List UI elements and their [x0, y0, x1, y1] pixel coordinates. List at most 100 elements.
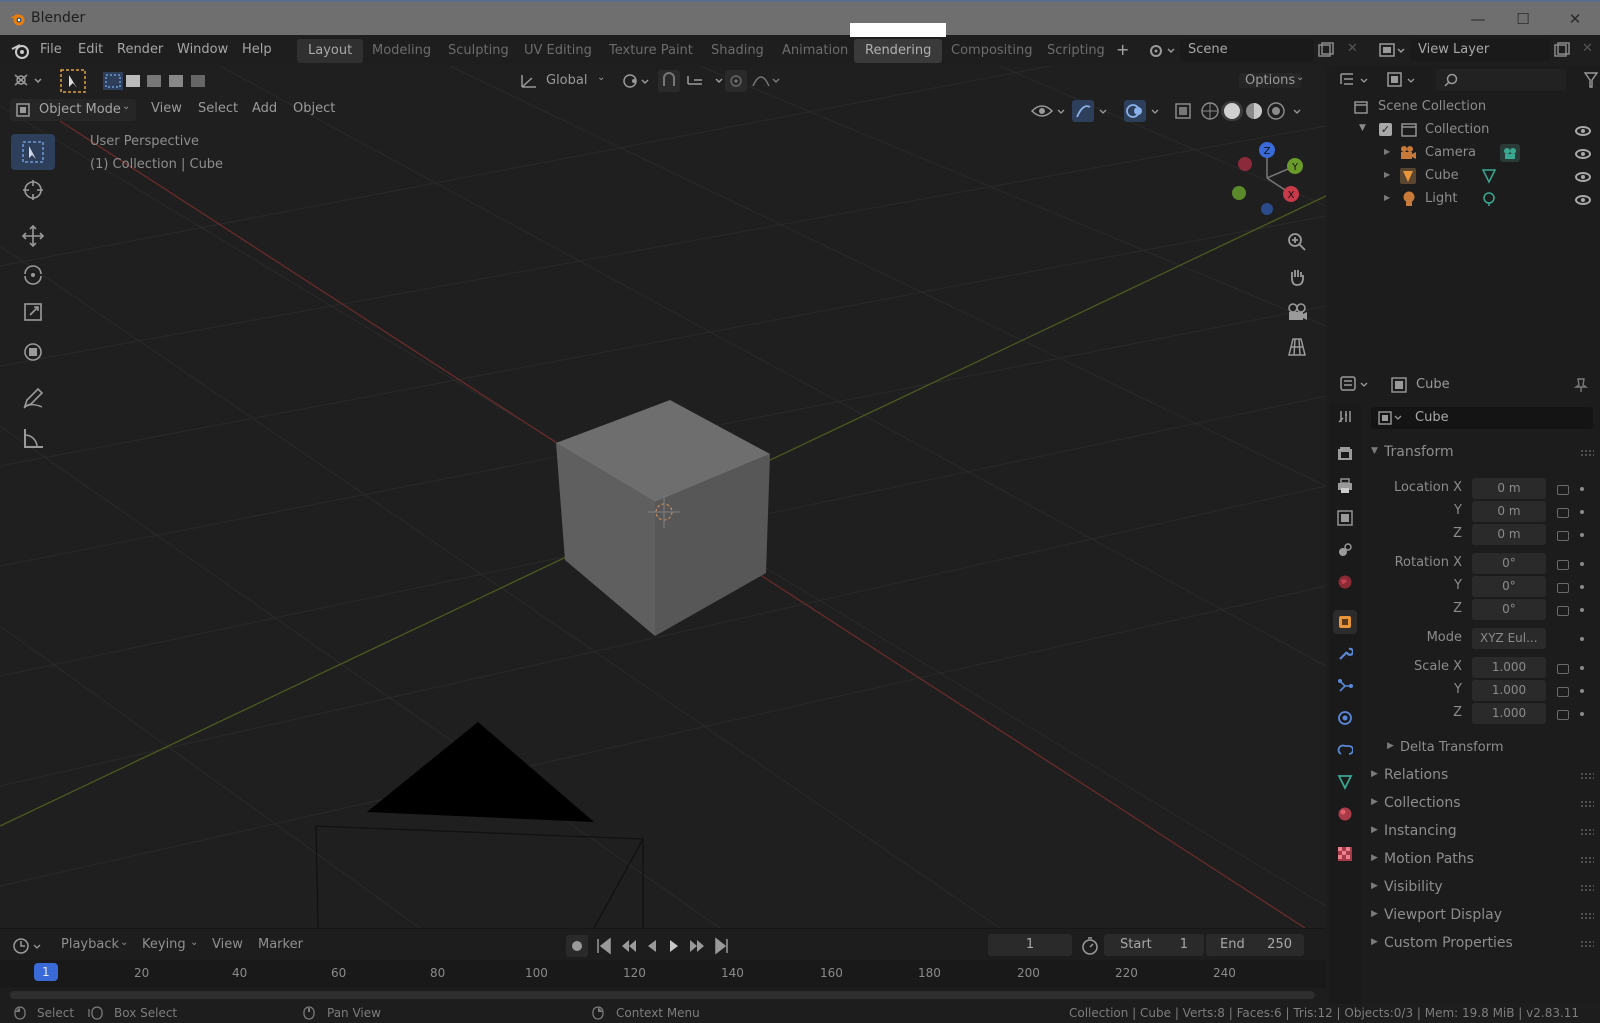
panel-collections[interactable]: ▶ Collections: [1365, 792, 1600, 818]
chevron-down-icon[interactable]: ⌄: [597, 72, 605, 83]
measure-tool[interactable]: [11, 420, 55, 456]
visibility-eye-icon[interactable]: [1575, 126, 1591, 136]
navigation-gizmo[interactable]: Z Y X: [1225, 140, 1309, 220]
stopwatch-icon[interactable]: [1081, 937, 1099, 955]
panel-transform-header[interactable]: ▼ Transform: [1365, 441, 1600, 467]
menu-file[interactable]: File: [40, 42, 62, 57]
menu-view[interactable]: View: [151, 101, 182, 116]
scale-tool[interactable]: [11, 294, 55, 330]
keyframe-dot-icon[interactable]: [1580, 533, 1584, 537]
rotate-tool[interactable]: [11, 256, 55, 292]
rotation-mode-dropdown[interactable]: XYZ Eul...: [1472, 628, 1546, 649]
collection-checkbox[interactable]: ✓: [1379, 123, 1392, 136]
outliner-collection[interactable]: ▼ ✓ Collection: [1329, 119, 1600, 141]
timeline-menu-view[interactable]: View: [212, 937, 243, 952]
selection-mode-icons[interactable]: [102, 71, 214, 91]
pivot-point-icon[interactable]: [620, 71, 654, 91]
editor-type-icon[interactable]: [13, 71, 47, 89]
transform-tool[interactable]: [11, 334, 55, 370]
tab-sculpting[interactable]: Sculpting: [437, 39, 520, 63]
object-name-input[interactable]: Cube: [1371, 407, 1593, 429]
panel-delta-transform[interactable]: ▶ Delta Transform: [1381, 736, 1600, 760]
delete-scene-icon[interactable]: ✕: [1347, 41, 1358, 56]
tab-scripting[interactable]: Scripting: [1036, 39, 1116, 63]
outliner-search-input[interactable]: [1436, 69, 1566, 91]
transform-orientation-icon[interactable]: [520, 73, 538, 89]
panel-relations[interactable]: ▶ Relations: [1365, 764, 1600, 790]
panel-grip-icon[interactable]: [1580, 800, 1594, 808]
delete-view-layer-icon[interactable]: ✕: [1582, 41, 1593, 56]
keyframe-dot-icon[interactable]: [1580, 510, 1584, 514]
display-mode-icon[interactable]: [1386, 71, 1420, 89]
panel-instancing[interactable]: ▶ Instancing: [1365, 820, 1600, 846]
scale-x-field[interactable]: 1.000: [1472, 657, 1546, 678]
object-datablock-icon[interactable]: [1378, 411, 1404, 425]
menu-edit[interactable]: Edit: [78, 42, 103, 57]
tab-material[interactable]: [1333, 802, 1357, 826]
visibility-eye-icon[interactable]: [1575, 195, 1591, 205]
view-layer-selector[interactable]: View Layer: [1410, 39, 1550, 61]
menu-render[interactable]: Render: [117, 42, 163, 57]
scale-y-field[interactable]: 1.000: [1472, 680, 1546, 701]
location-x-field[interactable]: 0 m: [1472, 478, 1546, 499]
menu-window[interactable]: Window: [177, 42, 228, 57]
select-tool-icon[interactable]: [59, 68, 87, 94]
scale-z-field[interactable]: 1.000: [1472, 703, 1546, 724]
tab-modeling[interactable]: Modeling: [361, 39, 442, 63]
keyframe-dot-icon[interactable]: [1580, 585, 1584, 589]
panel-grip-icon[interactable]: [1580, 912, 1594, 920]
rotation-z-field[interactable]: 0°: [1472, 599, 1546, 620]
scene-selector[interactable]: Scene: [1180, 39, 1314, 61]
location-y-field[interactable]: 0 m: [1472, 501, 1546, 522]
tab-texture-paint[interactable]: Texture Paint: [598, 39, 704, 63]
lock-icon[interactable]: [1557, 583, 1569, 593]
menu-help[interactable]: Help: [242, 42, 272, 57]
camera-view-button[interactable]: [1283, 298, 1311, 326]
tab-output[interactable]: [1333, 474, 1357, 498]
new-view-layer-icon[interactable]: [1554, 42, 1570, 58]
timeline-editor-icon[interactable]: [12, 937, 46, 955]
tab-particles[interactable]: [1333, 674, 1357, 698]
tab-shading[interactable]: Shading: [700, 39, 775, 63]
select-box-tool[interactable]: [11, 134, 55, 170]
end-frame-field[interactable]: End 250: [1206, 934, 1304, 956]
lock-icon[interactable]: [1557, 485, 1569, 495]
zoom-button[interactable]: [1283, 228, 1311, 256]
keyframe-dot-icon[interactable]: [1580, 562, 1584, 566]
tab-tool[interactable]: [1333, 404, 1357, 428]
blender-menu-icon[interactable]: [11, 42, 31, 60]
tab-world[interactable]: [1333, 570, 1357, 594]
proportional-editing-icon[interactable]: [725, 70, 785, 92]
3d-viewport[interactable]: Global ⌄ Options ⌄ Object Mode ⌄ View Se…: [0, 66, 1326, 928]
lock-icon[interactable]: [1557, 560, 1569, 570]
cursor-tool[interactable]: [11, 172, 55, 208]
minimize-button[interactable]: —: [1463, 8, 1493, 30]
move-tool[interactable]: [11, 218, 55, 254]
location-z-field[interactable]: 0 m: [1472, 524, 1546, 545]
tab-object[interactable]: [1333, 610, 1357, 634]
properties-editor-icon[interactable]: [1339, 375, 1373, 393]
lock-icon[interactable]: [1557, 710, 1569, 720]
timeline-menu-marker[interactable]: Marker: [258, 937, 303, 952]
outliner-scene-collection[interactable]: Scene Collection: [1329, 96, 1600, 118]
options-dropdown[interactable]: Options: [1239, 73, 1302, 88]
panel-grip-icon[interactable]: [1580, 940, 1594, 948]
playback-controls[interactable]: [566, 934, 738, 958]
tab-data[interactable]: [1333, 770, 1357, 794]
tab-constraints[interactable]: [1333, 738, 1357, 762]
visibility-eye-icon[interactable]: [1575, 172, 1591, 182]
close-button[interactable]: ✕: [1560, 8, 1590, 30]
menu-object[interactable]: Object: [293, 101, 335, 116]
pin-icon[interactable]: [1573, 377, 1589, 393]
panel-grip-icon[interactable]: [1580, 856, 1594, 864]
panel-grip-icon[interactable]: [1580, 449, 1594, 457]
frame-indicator[interactable]: 1: [34, 963, 58, 981]
start-frame-field[interactable]: Start 1: [1104, 934, 1204, 956]
tab-render[interactable]: [1333, 442, 1357, 466]
timeline-scrollbar[interactable]: [10, 991, 1315, 999]
current-frame-field[interactable]: 1: [988, 934, 1072, 956]
options-chevron-icon[interactable]: ⌄: [1296, 72, 1304, 83]
annotate-tool[interactable]: [11, 380, 55, 416]
tab-layout[interactable]: Layout: [297, 39, 364, 63]
keyframe-dot-icon[interactable]: [1580, 608, 1584, 612]
